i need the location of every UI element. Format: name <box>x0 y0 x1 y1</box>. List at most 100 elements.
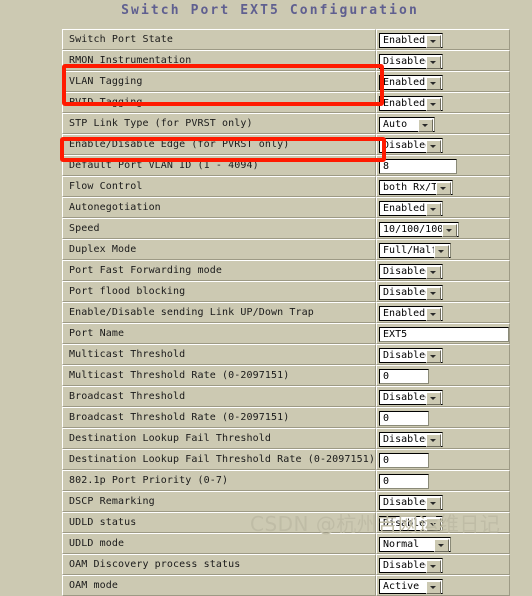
table-row: Enable/Disable sending Link UP/Down Trap… <box>62 302 511 323</box>
table-row: 802.1p Port Priority (0-7) 0 <box>62 470 511 491</box>
setting-text-input[interactable]: 0 <box>379 453 430 468</box>
dropdown-selected-value: Enabled <box>383 98 426 109</box>
chevron-down-icon[interactable] <box>426 56 442 69</box>
setting-label: Destination Lookup Fail Threshold Rate (… <box>62 449 377 470</box>
setting-label: Broadcast Threshold Rate (0-2097151) <box>62 407 377 428</box>
dropdown-selected-value: Disabled <box>383 266 432 277</box>
dropdown-selected-value: Disabled <box>383 392 432 403</box>
table-row: VLAN Tagging Enabled <box>62 71 511 92</box>
setting-value-cell: 0 <box>376 449 511 470</box>
setting-label: Switch Port State <box>62 29 377 50</box>
setting-text-input[interactable]: EXT5 <box>379 327 510 342</box>
setting-value-cell: Disabled <box>376 281 511 302</box>
setting-label: Port flood blocking <box>62 281 377 302</box>
dropdown-selected-value: both Rx/Tx <box>383 182 444 193</box>
table-row: Default Port VLAN ID (1 - 4094) 8 <box>62 155 511 176</box>
dropdown-selected-value: Disabled <box>383 560 432 571</box>
table-row: Port flood blocking Disabled <box>62 281 511 302</box>
setting-label: Enable/Disable Edge (for PVRST only) <box>62 134 377 155</box>
chevron-down-icon[interactable] <box>426 560 442 573</box>
setting-text-input[interactable]: 0 <box>379 411 430 426</box>
chevron-down-icon[interactable] <box>426 434 442 447</box>
setting-label: Port Fast Forwarding mode <box>62 260 377 281</box>
page-title: Switch Port EXT5 Configuration <box>121 3 419 18</box>
table-row: Destination Lookup Fail Threshold Disable… <box>62 428 511 449</box>
table-row: Destination Lookup Fail Threshold Rate (… <box>62 449 511 470</box>
dropdown-selected-value: Enabled <box>383 77 426 88</box>
chevron-down-icon[interactable] <box>426 266 442 279</box>
setting-value-cell: Auto <box>376 113 511 134</box>
chevron-down-icon[interactable] <box>426 287 442 300</box>
chevron-down-icon[interactable] <box>426 308 442 321</box>
setting-dropdown[interactable]: Disabled <box>379 558 444 573</box>
setting-value-cell: Enabled <box>376 302 511 323</box>
dropdown-selected-value: Enabled <box>383 35 426 46</box>
setting-value-cell: Disabled <box>376 134 511 155</box>
setting-dropdown[interactable]: Full/Half <box>379 243 452 258</box>
setting-dropdown[interactable]: Auto <box>379 117 436 132</box>
setting-dropdown[interactable]: both Rx/Tx <box>379 180 454 195</box>
setting-value-cell: EXT5 <box>376 323 511 344</box>
setting-dropdown[interactable]: Enabled <box>379 201 444 216</box>
table-row: Multicast Threshold Disabled <box>62 344 511 365</box>
setting-dropdown[interactable]: 10/100/1000 <box>379 222 460 237</box>
chevron-down-icon[interactable] <box>426 350 442 363</box>
chevron-down-icon[interactable] <box>426 392 442 405</box>
dropdown-selected-value: Disabled <box>383 287 432 298</box>
setting-label: OAM mode <box>62 575 377 596</box>
setting-text-input[interactable]: 8 <box>379 159 458 174</box>
setting-dropdown[interactable]: Disabled <box>379 264 444 279</box>
chevron-down-icon[interactable] <box>426 77 442 90</box>
table-row: Port Fast Forwarding mode Disabled <box>62 260 511 281</box>
chevron-down-icon[interactable] <box>436 182 452 195</box>
setting-text-input[interactable]: 0 <box>379 369 430 384</box>
setting-label: Destination Lookup Fail Threshold <box>62 428 377 449</box>
table-row: Autonegotiation Enabled <box>62 197 511 218</box>
dropdown-selected-value: Disabled <box>383 140 432 151</box>
setting-dropdown[interactable]: Enabled <box>379 306 444 321</box>
setting-text-input[interactable]: 0 <box>379 474 430 489</box>
chevron-down-icon[interactable] <box>426 140 442 153</box>
setting-dropdown[interactable]: Disabled <box>379 54 444 69</box>
dropdown-selected-value: 10/100/1000 <box>383 224 450 235</box>
chevron-down-icon[interactable] <box>426 98 442 111</box>
setting-dropdown[interactable]: Enabled <box>379 75 444 90</box>
setting-dropdown[interactable]: Enabled <box>379 33 444 48</box>
table-row: Switch Port State Enabled <box>62 29 511 50</box>
setting-value-cell: 10/100/1000 <box>376 218 511 239</box>
watermark: CSDN @杭州吉网运维日记 <box>250 512 501 536</box>
setting-label: Multicast Threshold Rate (0-2097151) <box>62 365 377 386</box>
setting-dropdown[interactable]: Disabled <box>379 285 444 300</box>
setting-value-cell: Disabled <box>376 428 511 449</box>
table-row: Port Name EXT5 <box>62 323 511 344</box>
setting-label: Broadcast Threshold <box>62 386 377 407</box>
setting-dropdown[interactable]: Active <box>379 579 444 594</box>
chevron-down-icon[interactable] <box>426 203 442 216</box>
dropdown-selected-value: Enabled <box>383 203 426 214</box>
setting-label: Default Port VLAN ID (1 - 4094) <box>62 155 377 176</box>
chevron-down-icon[interactable] <box>434 245 450 258</box>
setting-value-cell: Enabled <box>376 29 511 50</box>
table-row: Duplex Mode Full/Half <box>62 239 511 260</box>
setting-dropdown[interactable]: Disabled <box>379 348 444 363</box>
setting-dropdown[interactable]: Normal <box>379 537 452 552</box>
setting-dropdown[interactable]: Disabled <box>379 432 444 447</box>
table-row: PVID Tagging Enabled <box>62 92 511 113</box>
setting-value-cell: Enabled <box>376 92 511 113</box>
setting-label: Speed <box>62 218 377 239</box>
chevron-down-icon[interactable] <box>426 581 442 594</box>
setting-value-cell: Enabled <box>376 197 511 218</box>
dropdown-selected-value: Auto <box>383 119 408 130</box>
setting-value-cell: Disabled <box>376 554 511 575</box>
setting-dropdown[interactable]: Enabled <box>379 96 444 111</box>
setting-dropdown[interactable]: Disabled <box>379 390 444 405</box>
setting-value-cell: Disabled <box>376 344 511 365</box>
setting-dropdown[interactable]: Disabled <box>379 138 444 153</box>
table-row: Broadcast Threshold Disabled <box>62 386 511 407</box>
chevron-down-icon[interactable] <box>442 224 458 237</box>
chevron-down-icon[interactable] <box>426 35 442 48</box>
setting-label: VLAN Tagging <box>62 71 377 92</box>
setting-label: 802.1p Port Priority (0-7) <box>62 470 377 491</box>
chevron-down-icon[interactable] <box>418 119 434 132</box>
table-row: OAM mode Active <box>62 575 511 596</box>
